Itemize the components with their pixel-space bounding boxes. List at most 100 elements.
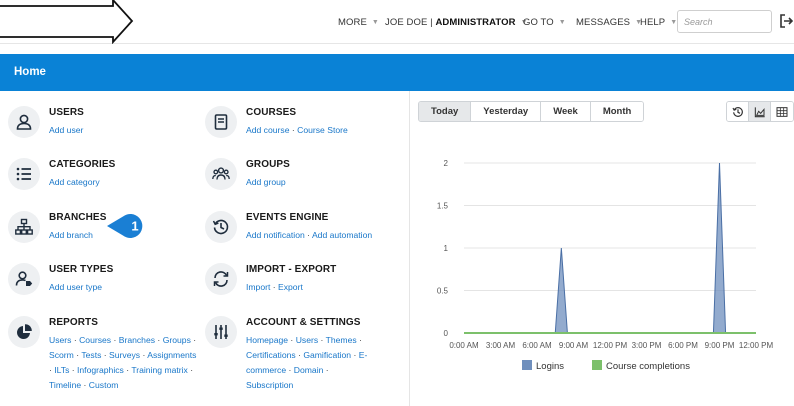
- tile-events-engine: EVENTS ENGINE Add notification · Add aut…: [205, 211, 396, 243]
- report-custom-link[interactable]: Custom: [89, 380, 119, 390]
- report-training-matrix-link[interactable]: Training matrix: [131, 365, 188, 375]
- tile-user-types: USER TYPES Add user type: [8, 263, 199, 295]
- nav-messages[interactable]: MESSAGES ▼: [576, 0, 642, 44]
- user-tag-icon: [15, 271, 33, 286]
- report-surveys-link[interactable]: Surveys: [109, 350, 140, 360]
- y-tick-label: 2: [444, 159, 449, 168]
- x-tick-label: 0:00 AM: [449, 341, 479, 350]
- tab-month[interactable]: Month: [590, 102, 644, 121]
- report-infographics-link[interactable]: Infographics: [77, 365, 124, 375]
- tile-groups: GROUPS Add group: [205, 158, 396, 190]
- step-callout-badge: 1: [107, 214, 143, 238]
- outline-arrow-icon[interactable]: [0, 0, 134, 44]
- area-chart-icon: [754, 106, 765, 117]
- domain-link[interactable]: Domain: [294, 365, 324, 375]
- user-icon: [16, 114, 32, 130]
- report-branches-link[interactable]: Branches: [119, 335, 155, 345]
- column-divider: [409, 91, 410, 406]
- report-assignments-link[interactable]: Assignments: [147, 350, 196, 360]
- top-bar: MORE ▼ JOE DOE | ADMINISTRATOR ▼ GO TO ▼ ME…: [0, 0, 794, 44]
- tile-account-settings: ACCOUNT & SETTINGS Homepage · Users · Th…: [205, 316, 378, 393]
- export-link[interactable]: Export: [278, 282, 303, 292]
- chart-view-toggle: [726, 101, 794, 122]
- list-icon: [16, 167, 31, 181]
- report-tests-link[interactable]: Tests: [81, 350, 101, 360]
- history-icon: [731, 106, 743, 117]
- x-tick-label: 12:00 PM: [739, 341, 774, 350]
- tile-title: USERS: [49, 107, 84, 118]
- add-user-type-link[interactable]: Add user type: [49, 282, 102, 292]
- report-timeline-link[interactable]: Timeline: [49, 380, 81, 390]
- add-category-link[interactable]: Add category: [49, 177, 100, 187]
- dashboard: USERS Add user COURSES Add course · Cour…: [0, 91, 794, 406]
- tab-yesterday[interactable]: Yesterday: [471, 102, 542, 121]
- certifications-link[interactable]: Certifications: [246, 350, 296, 360]
- tile-title: EVENTS ENGINE: [246, 212, 329, 223]
- area-chart-view-button[interactable]: [749, 102, 771, 121]
- x-tick-label: 3:00 AM: [486, 341, 516, 350]
- subscription-link[interactable]: Subscription: [246, 380, 293, 390]
- tile-title: COURSES: [246, 107, 297, 118]
- history-view-button[interactable]: [727, 102, 749, 121]
- tile-title: USER TYPES: [49, 264, 114, 275]
- course-store-link[interactable]: Course Store: [297, 125, 348, 135]
- legend-swatch-logins: [522, 360, 532, 370]
- tile-users: USERS Add user: [8, 106, 199, 138]
- x-tick-label: 6:00 AM: [522, 341, 552, 350]
- y-tick-label: 0: [444, 329, 449, 338]
- tile-title: ACCOUNT & SETTINGS: [246, 317, 361, 328]
- tile-title: GROUPS: [246, 159, 290, 170]
- y-tick-label: 1: [444, 244, 449, 253]
- x-tick-label: 6:00 PM: [668, 341, 698, 350]
- tile-branches: BRANCHES Add branch: [8, 211, 199, 243]
- search-input[interactable]: [677, 10, 772, 33]
- tile-title: REPORTS: [49, 317, 99, 328]
- add-branch-link[interactable]: Add branch: [49, 230, 93, 240]
- nav-user-menu[interactable]: JOE DOE | ADMINISTRATOR ▼: [385, 0, 528, 44]
- period-tabs: Today Yesterday Week Month: [418, 101, 645, 122]
- history-icon: [212, 219, 229, 235]
- group-icon: [212, 167, 230, 180]
- add-notification-link[interactable]: Add notification: [246, 230, 305, 240]
- legend-label-course-completions: Course completions: [606, 361, 690, 372]
- logins-area-chart: 0 0.5 1 1.5 2 0:00 AM 3:00 AM 6:00 AM 9:00 AM 12:…: [437, 159, 774, 372]
- x-tick-label: 12:00 PM: [593, 341, 628, 350]
- add-user-link[interactable]: Add user: [49, 125, 83, 135]
- nav-help[interactable]: HELP ▼: [640, 0, 677, 44]
- callout-number: 1: [131, 219, 138, 234]
- table-view-button[interactable]: [771, 102, 793, 121]
- x-tick-label: 3:00 PM: [632, 341, 662, 350]
- report-groups-link[interactable]: Groups: [163, 335, 191, 345]
- book-icon: [214, 114, 228, 130]
- add-course-link[interactable]: Add course: [246, 125, 289, 135]
- report-scorm-link[interactable]: Scorm: [49, 350, 74, 360]
- page-title: Home: [14, 66, 46, 78]
- tile-reports: REPORTS Users · Courses · Branches · Gro…: [8, 316, 199, 393]
- import-link[interactable]: Import: [246, 282, 270, 292]
- nav-more[interactable]: MORE ▼: [338, 0, 379, 44]
- add-group-link[interactable]: Add group: [246, 177, 286, 187]
- add-automation-link[interactable]: Add automation: [312, 230, 372, 240]
- report-courses-link[interactable]: Courses: [79, 335, 111, 345]
- themes-link[interactable]: Themes: [326, 335, 357, 345]
- report-users-link[interactable]: Users: [49, 335, 71, 345]
- tile-title: CATEGORIES: [49, 159, 116, 170]
- tile-categories: CATEGORIES Add category: [8, 158, 199, 190]
- x-tick-label: 9:00 AM: [559, 341, 589, 350]
- page-header: Home: [0, 54, 794, 91]
- gamification-link[interactable]: Gamification: [303, 350, 351, 360]
- tile-title: IMPORT - EXPORT: [246, 264, 337, 275]
- chevron-down-icon: ▼: [371, 18, 379, 26]
- tab-today[interactable]: Today: [419, 102, 472, 121]
- report-ilts-link[interactable]: ILTs: [54, 365, 69, 375]
- legend-swatch-course-completions: [592, 360, 602, 370]
- y-tick-label: 1.5: [437, 202, 449, 211]
- x-tick-label: 9:00 PM: [705, 341, 735, 350]
- tab-week[interactable]: Week: [541, 102, 591, 121]
- homepage-link[interactable]: Homepage: [246, 335, 288, 345]
- sync-icon: [213, 271, 229, 287]
- tile-import-export: IMPORT - EXPORT Import · Export: [205, 263, 396, 295]
- logout-icon[interactable]: [779, 13, 793, 29]
- nav-go-to[interactable]: GO TO ▼: [523, 0, 566, 44]
- users-settings-link[interactable]: Users: [296, 335, 318, 345]
